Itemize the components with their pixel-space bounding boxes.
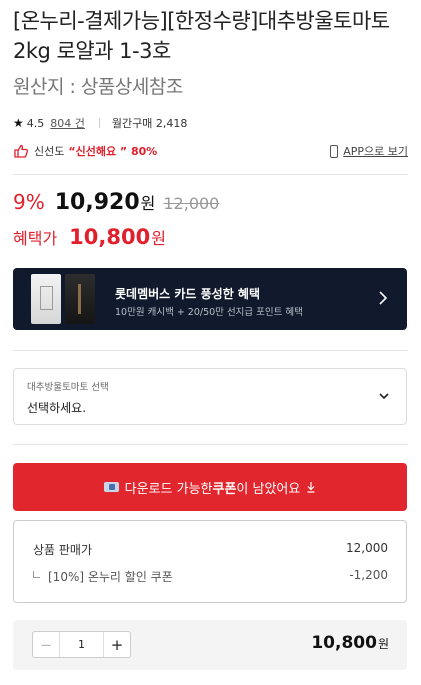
star-icon: ★ [13, 116, 24, 130]
sale-price: 10,920 [54, 190, 140, 215]
freshness-value: “신선해요 ” 80% [68, 145, 158, 158]
coupon-text-bold: 쿠폰 [212, 481, 237, 497]
freshness-row: 신선도 “신선해요 ” 80% APP으로 보기 [13, 141, 408, 161]
order-bar: − 1 + 10,800 원 [13, 620, 407, 670]
summary-label: 상품 판매가 [33, 543, 93, 557]
chevron-right-icon [379, 291, 388, 305]
monthly-sales: 월간구매 2,418 [111, 117, 188, 130]
benefit-label: 혜택가 [13, 229, 58, 248]
summary-label: [10%] 온누리 할인 쿠폰 [48, 570, 173, 584]
original-price: 12,000 [163, 194, 220, 213]
rating-row: ★ 4.5 804 건 월간구매 2,418 [13, 114, 187, 132]
summary-row: [10%] 온누리 할인 쿠폰 -1,200 [33, 568, 388, 585]
benefit-price: 10,800 [69, 225, 151, 249]
app-view-label: APP으로 보기 [343, 145, 408, 158]
currency-unit: 원 [140, 194, 156, 213]
currency-unit: 원 [151, 229, 166, 248]
divider [98, 118, 100, 128]
option-select-value: 선택하세요. [27, 401, 87, 415]
summary-value: 12,000 [346, 541, 388, 555]
freshness-label: 신선도 [34, 145, 65, 158]
banner-subtitle: 10만원 캐시백 + 20/50만 선지급 포인트 혜택 [115, 307, 303, 318]
divider [13, 350, 408, 351]
card-image-white [31, 274, 61, 324]
indent-marker [33, 571, 40, 578]
option-select[interactable]: 대추방울토마토 선택 선택하세요. [13, 368, 407, 425]
price-summary: 상품 판매가 12,000 [10%] 온누리 할인 쿠폰 -1,200 [13, 520, 407, 603]
product-title: [온누리-결제가능][한정수량]대추방울토마토 2kg 로얄과 1-3호 [13, 9, 390, 63]
app-view-link[interactable]: APP으로 보기 [330, 143, 408, 159]
ticket-icon [103, 482, 119, 492]
coupon-text-after: 이 남았어요 [236, 481, 301, 497]
total-amount: 10,800 [311, 633, 377, 653]
currency-unit: 원 [377, 637, 389, 651]
origin-info: 원산지 : 상품상세참조 [13, 76, 183, 98]
divider [13, 444, 408, 445]
thumbs-up-icon [14, 144, 29, 158]
coupon-text-before: 다운로드 가능한 [124, 481, 213, 497]
rating-value: 4.5 [26, 116, 45, 130]
divider [13, 174, 408, 175]
phone-icon [330, 144, 339, 158]
banner-title: 롯데멤버스 카드 풍성한 혜택 [115, 287, 261, 301]
review-count-link[interactable]: 804 건 [50, 115, 85, 131]
total-price: 10,800 원 [311, 633, 389, 653]
benefit-price-row: 혜택가 10,800 원 [13, 225, 166, 255]
increase-button[interactable]: + [103, 632, 130, 657]
decrease-button[interactable]: − [33, 632, 60, 657]
download-arrow-icon [307, 482, 315, 493]
discount-rate: 9% [13, 190, 45, 214]
price-row: 9% 10,920 원 12,000 [13, 190, 219, 220]
summary-row: 상품 판매가 12,000 [33, 541, 388, 558]
coupon-download-button[interactable]: 다운로드 가능한 쿠폰 이 남았어요 [13, 463, 407, 511]
quantity-stepper: − 1 + [32, 631, 131, 658]
option-select-label: 대추방울토마토 선택 [27, 382, 109, 393]
quantity-value[interactable]: 1 [60, 632, 103, 657]
summary-value: -1,200 [349, 568, 388, 582]
chevron-down-icon [379, 393, 389, 400]
card-image-black [65, 274, 95, 324]
card-benefit-banner[interactable]: 롯데멤버스 카드 풍성한 혜택 10만원 캐시백 + 20/50만 선지급 포인… [13, 268, 407, 330]
